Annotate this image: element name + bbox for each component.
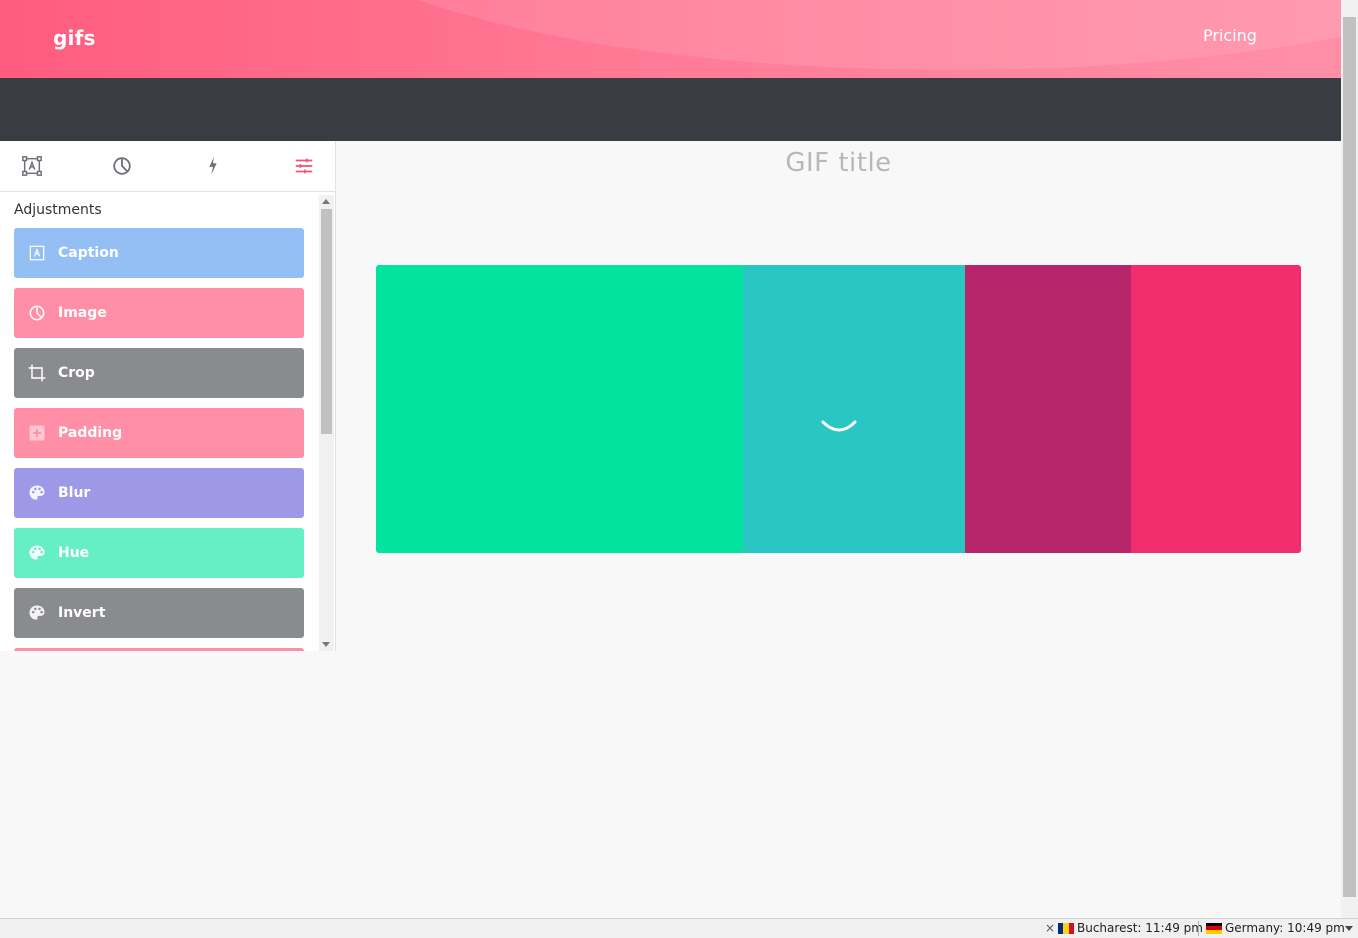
adjustment-label: Caption [58, 245, 119, 261]
scroll-thumb[interactable] [321, 209, 332, 434]
nav-pricing-link[interactable]: Pricing [1203, 26, 1257, 45]
pie-chart-icon [113, 157, 131, 175]
status-separator [1198, 921, 1199, 936]
palette-icon [26, 602, 48, 624]
site-logo[interactable]: gifs [53, 26, 96, 50]
scroll-down-arrow[interactable] [322, 642, 330, 647]
window-scroll-thumb[interactable] [1343, 17, 1356, 897]
image-icon [26, 302, 48, 324]
caption-icon [26, 242, 48, 264]
tab-image[interactable] [109, 153, 135, 179]
sidebar-tabs [0, 141, 335, 192]
adjustment-label: Padding [58, 425, 123, 441]
caption-frame-icon [22, 156, 42, 176]
adjustment-label: Invert [58, 605, 106, 621]
gif-title[interactable]: GIF title [336, 148, 1341, 178]
status-bar: × Bucharest: 11:49 pm Germany: 10:49 pm [0, 918, 1358, 938]
adjustment-next-button[interactable] [14, 648, 304, 651]
adjustment-crop-button[interactable]: Crop [14, 348, 304, 398]
lightning-icon [209, 156, 217, 176]
header-decoration [300, 0, 1341, 70]
adjustment-label: Hue [58, 545, 90, 561]
clock-germany-text: Germany: 10:49 pm [1225, 921, 1345, 935]
adjustment-image-button[interactable]: Image [14, 288, 304, 338]
palette-icon [26, 542, 48, 564]
chevron-down-icon[interactable] [1345, 926, 1353, 931]
adjustment-blur-button[interactable]: Blur [14, 468, 304, 518]
adjustment-hue-button[interactable]: Hue [14, 528, 304, 578]
editor-sidebar: Adjustments Caption Image Crop Padding B… [0, 141, 336, 651]
toolbar-band [0, 78, 1341, 141]
window-scrollbar[interactable] [1341, 0, 1358, 918]
crop-icon [26, 362, 48, 384]
gif-preview [376, 265, 1301, 553]
tab-caption[interactable] [19, 153, 45, 179]
gif-color-strip [376, 265, 743, 553]
palette-icon [26, 482, 48, 504]
app-page: gifs Pricing Adjustments Caption Image C… [0, 0, 1358, 938]
gif-color-strip [743, 265, 965, 553]
padding-icon [26, 422, 48, 444]
loading-spinner-icon [821, 420, 857, 432]
gif-color-strip [1131, 265, 1301, 553]
tab-adjustments[interactable] [291, 153, 317, 179]
adjustment-label: Image [58, 305, 107, 321]
sidebar-scrollbar[interactable] [319, 195, 334, 651]
adjustment-label: Blur [58, 485, 91, 501]
germany-flag-icon [1206, 922, 1222, 934]
tab-effects[interactable] [200, 153, 226, 179]
scroll-up-arrow[interactable] [322, 199, 330, 204]
status-close-button[interactable]: × [1045, 921, 1055, 935]
top-header: gifs Pricing [0, 0, 1341, 78]
adjustment-label: Crop [58, 365, 95, 381]
section-title-adjustments: Adjustments [14, 202, 102, 218]
clock-bucharest[interactable]: Bucharest: 11:49 pm [1058, 921, 1203, 935]
adjustment-caption-button[interactable]: Caption [14, 228, 304, 278]
adjustments-list: Caption Image Crop Padding Blur Hue Inve… [14, 228, 304, 651]
sliders-icon [295, 158, 313, 174]
adjustment-padding-button[interactable]: Padding [14, 408, 304, 458]
adjustment-invert-button[interactable]: Invert [14, 588, 304, 638]
romania-flag-icon [1058, 922, 1074, 934]
clock-bucharest-text: Bucharest: 11:49 pm [1077, 921, 1203, 935]
gif-color-strip [965, 265, 1131, 553]
clock-germany[interactable]: Germany: 10:49 pm [1206, 921, 1345, 935]
